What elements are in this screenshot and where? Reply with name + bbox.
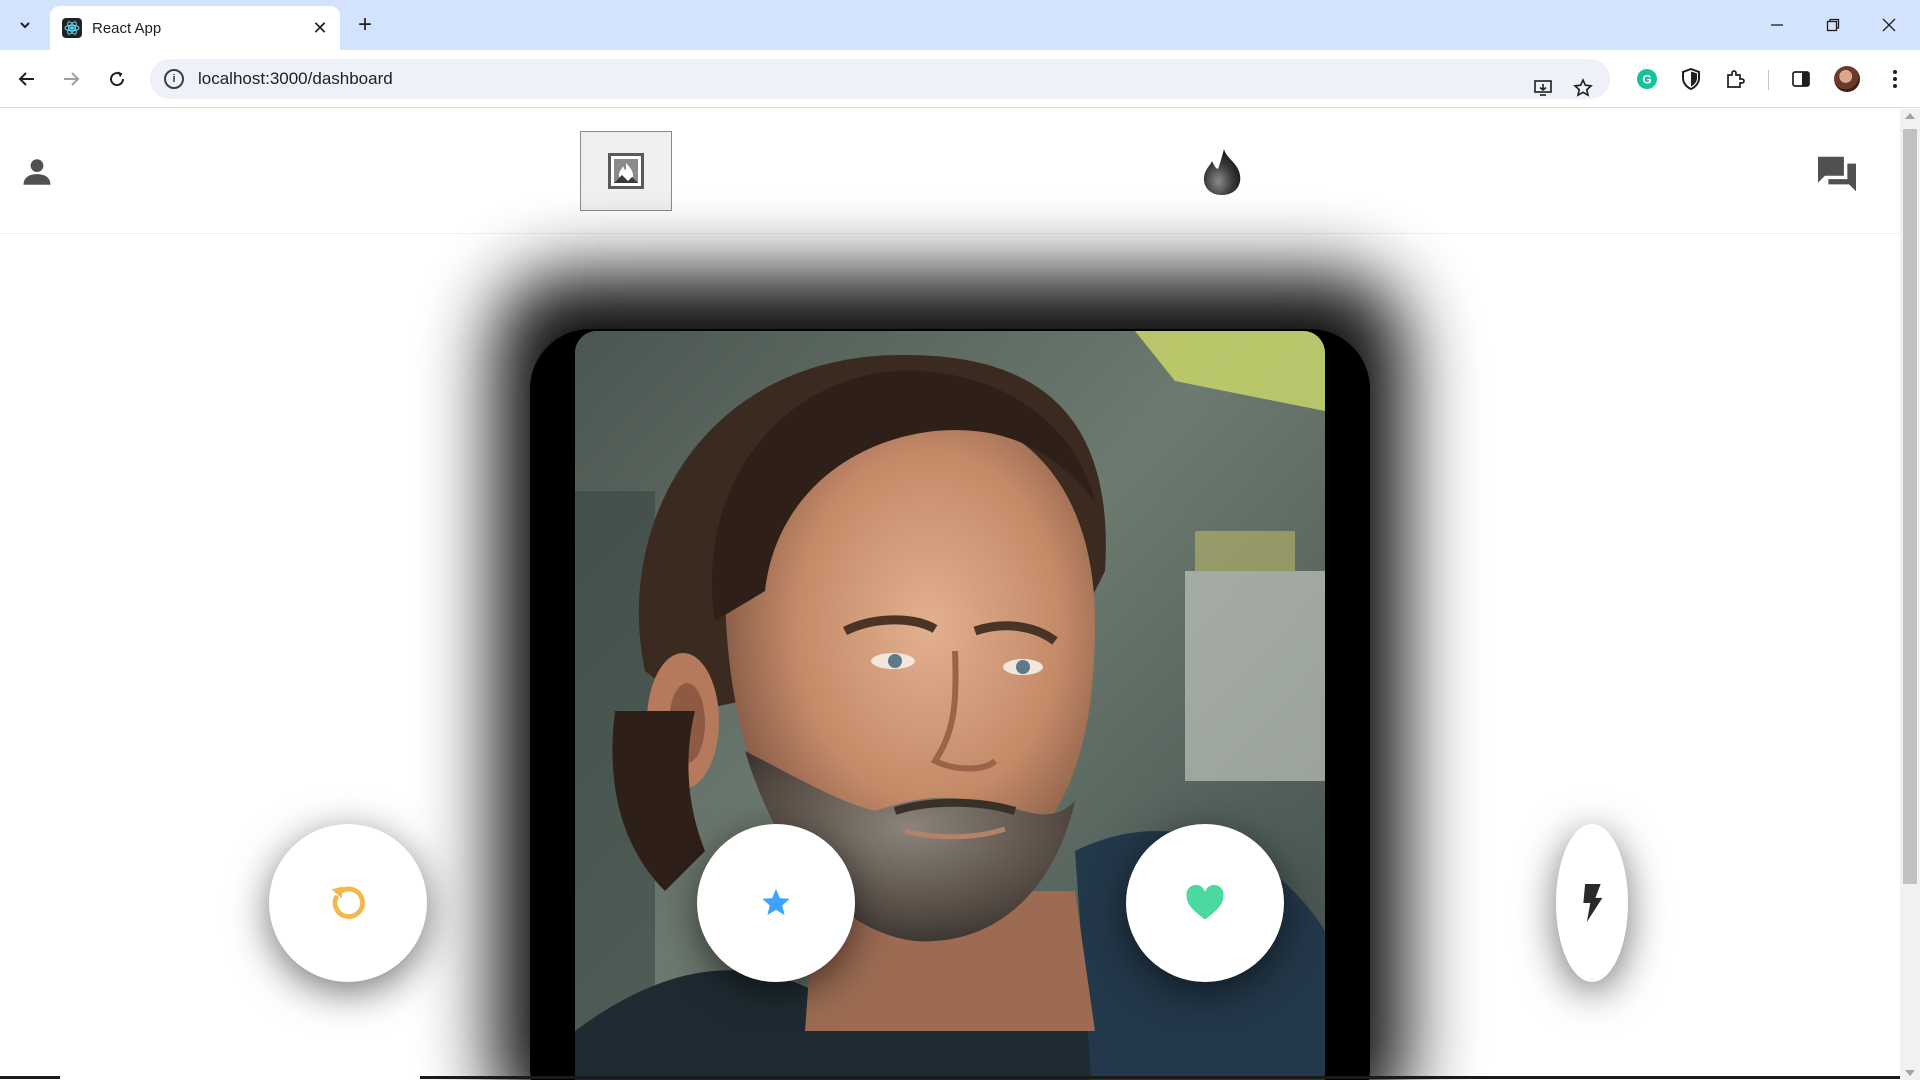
browser-tabstrip: React App ✕ + (0, 0, 1920, 50)
back-button[interactable] (12, 64, 42, 94)
divider-left (0, 1076, 60, 1079)
install-app-icon[interactable] (1528, 69, 1558, 107)
messages-button[interactable] (1816, 155, 1858, 193)
tab-title: React App (92, 19, 162, 37)
home-logo-button[interactable] (1198, 147, 1246, 197)
minimize-icon (1771, 24, 1783, 26)
lightning-icon (1583, 884, 1603, 922)
boost-button[interactable] (1556, 824, 1628, 982)
svg-text:G: G (1642, 73, 1651, 87)
toolbar-divider (1768, 70, 1769, 90)
replay-icon (331, 886, 365, 919)
chat-icon (1818, 156, 1856, 192)
profile-avatar[interactable] (1834, 66, 1860, 92)
app-header (0, 109, 1900, 234)
rewind-button[interactable] (269, 824, 427, 982)
flame-icon (1203, 149, 1241, 195)
browser-tab[interactable]: React App ✕ (50, 6, 340, 50)
browser-menu-icon[interactable] (1880, 64, 1910, 94)
address-bar[interactable]: i localhost:3000/dashboard (150, 59, 1610, 99)
app-logo-image (580, 131, 672, 211)
scroll-down-arrow-icon[interactable] (1905, 1070, 1915, 1076)
scroll-thumb[interactable] (1903, 129, 1917, 884)
close-icon (1882, 18, 1896, 32)
profile-button[interactable] (18, 153, 56, 191)
super-like-button[interactable] (697, 824, 855, 982)
extensions-puzzle-icon[interactable] (1720, 64, 1750, 94)
url-text: localhost:3000/dashboard (198, 69, 393, 88)
site-info-icon[interactable]: i (164, 69, 184, 89)
close-window-button[interactable] (1872, 8, 1906, 42)
new-tab-button[interactable]: + (352, 11, 378, 38)
side-panel-icon[interactable] (1786, 64, 1816, 94)
heart-icon (1186, 884, 1224, 920)
page-viewport (0, 109, 1900, 1080)
like-button[interactable] (1126, 824, 1284, 982)
bookmark-star-icon[interactable] (1568, 69, 1598, 107)
restore-icon (1826, 18, 1840, 32)
chevron-down-icon (20, 22, 30, 29)
reload-button[interactable] (102, 64, 132, 94)
broken-image-icon (608, 153, 644, 189)
minimize-button[interactable] (1760, 8, 1794, 42)
browser-toolbar: i localhost:3000/dashboard G (0, 50, 1920, 108)
tab-search-button[interactable] (12, 12, 38, 38)
shield-extension-icon[interactable] (1676, 64, 1706, 94)
arrow-left-icon (18, 72, 34, 86)
arrow-right-icon (64, 72, 80, 86)
person-icon (23, 159, 51, 185)
forward-button[interactable] (56, 64, 86, 94)
reload-icon (110, 71, 125, 87)
close-tab-icon[interactable]: ✕ (310, 18, 330, 38)
react-icon (62, 18, 82, 38)
restore-button[interactable] (1816, 8, 1850, 42)
star-icon (762, 889, 790, 915)
divider-right (420, 1076, 1900, 1079)
scroll-up-arrow-icon[interactable] (1905, 113, 1915, 119)
grammarly-extension-icon[interactable]: G (1632, 64, 1662, 94)
page-scrollbar[interactable] (1900, 109, 1920, 1080)
